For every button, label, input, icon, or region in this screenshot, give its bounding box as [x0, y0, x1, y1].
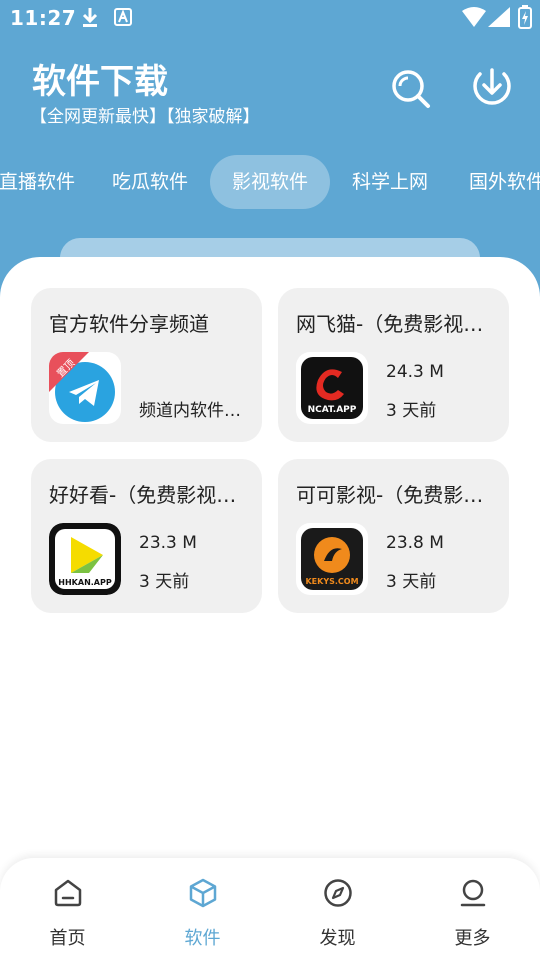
- user-icon: [460, 879, 486, 907]
- app-card-title: 官方软件分享频道: [49, 312, 209, 336]
- nav-label-software: 软件: [184, 928, 221, 949]
- nav-home[interactable]: 首页: [0, 858, 135, 960]
- ncat-app-icon: NCAT.APP: [296, 352, 368, 424]
- page-title: 软件下载: [32, 62, 168, 102]
- nav-software[interactable]: 软件: [135, 858, 270, 960]
- status-bar: 11:27: [0, 0, 540, 36]
- home-icon: [54, 879, 82, 907]
- page-subtitle: 【全网更新最快】【独家破解】: [30, 107, 260, 127]
- app-card-official-channel[interactable]: 官方软件分享频道 置顶 频道内软件均已破解: [31, 288, 262, 442]
- compass-icon: [324, 879, 352, 907]
- wifi-icon: [462, 7, 486, 31]
- bottom-nav: 首页 软件 发现 更多: [0, 858, 540, 960]
- app-card-size: 24.3 M: [386, 362, 444, 382]
- download-button[interactable]: [470, 66, 514, 110]
- app-card-title: 网飞猫-（免费影视大全）: [296, 312, 496, 336]
- nav-label-home: 首页: [49, 928, 86, 949]
- tab-live-streaming[interactable]: 直播软件: [0, 155, 92, 209]
- app-card-time: 3 天前: [386, 572, 437, 592]
- download-icon: [473, 68, 511, 105]
- tab-foreign[interactable]: 国外软件: [452, 155, 540, 209]
- nav-discover[interactable]: 发现: [270, 858, 405, 960]
- app-card-time: 3 天前: [386, 401, 437, 421]
- tab-video[interactable]: 影视软件: [210, 155, 330, 209]
- nav-label-more: 更多: [454, 928, 491, 949]
- telegram-icon: 置顶: [49, 352, 121, 424]
- app-card-description: 频道内软件均已破解: [139, 401, 247, 421]
- app-card-time: 3 天前: [139, 572, 190, 592]
- app-card-title: 好好看-（免费影视大全）: [49, 483, 249, 507]
- nav-label-discover: 发现: [319, 928, 356, 949]
- app-card-ncat[interactable]: 网飞猫-（免费影视大全） NCAT.APP 24.3 M 3 天前: [278, 288, 509, 442]
- app-card-size: 23.3 M: [139, 533, 197, 553]
- content-sheet: 官方软件分享频道 置顶 频道内软件均已破解 网飞猫-（免费影视大全） NCAT.…: [0, 257, 540, 877]
- tab-gossip[interactable]: 吃瓜软件: [92, 155, 208, 209]
- package-icon: [189, 878, 217, 908]
- app-card-title: 可可影视-（免费影视大全）: [296, 483, 496, 507]
- download-notification-icon: [80, 6, 100, 32]
- signal-icon: [488, 7, 510, 31]
- search-icon: [392, 70, 430, 108]
- kekys-app-icon: KEKYS.COM: [296, 523, 368, 595]
- svg-text:NCAT.APP: NCAT.APP: [308, 405, 357, 415]
- svg-text:KEKYS.COM: KEKYS.COM: [305, 577, 358, 586]
- battery-icon: [518, 5, 532, 33]
- app-card-hhkan[interactable]: 好好看-（免费影视大全） HHKAN.APP 23.3 M 3 天前: [31, 459, 262, 613]
- app-notification-icon: [114, 8, 132, 30]
- app-card-kekys[interactable]: 可可影视-（免费影视大全） KEKYS.COM 23.8 M 3 天前: [278, 459, 509, 613]
- status-time: 11:27: [10, 6, 77, 30]
- app-card-size: 23.8 M: [386, 533, 444, 553]
- hhkan-app-icon: HHKAN.APP: [49, 523, 121, 595]
- nav-more[interactable]: 更多: [405, 858, 540, 960]
- svg-text:HHKAN.APP: HHKAN.APP: [58, 578, 112, 587]
- search-button[interactable]: [390, 68, 432, 110]
- category-tabs: 直播软件 吃瓜软件 影视软件 科学上网 国外软件: [0, 155, 540, 211]
- tab-vpn[interactable]: 科学上网: [332, 155, 448, 209]
